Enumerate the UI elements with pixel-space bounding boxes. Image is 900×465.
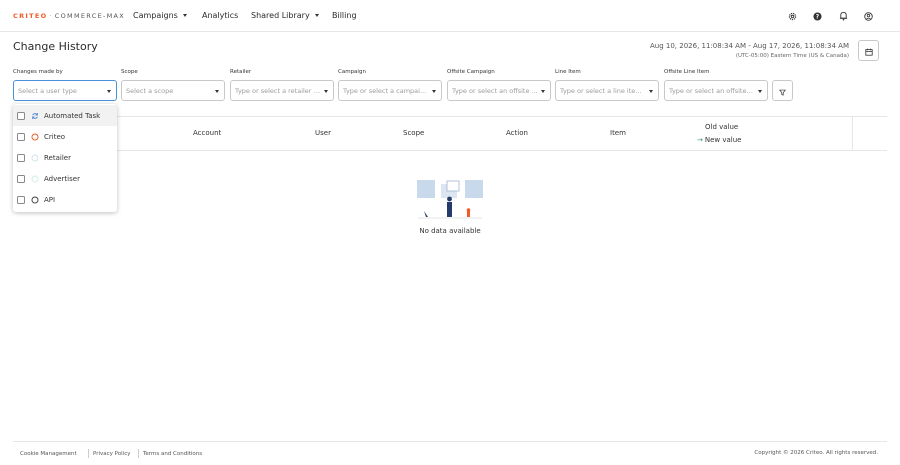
column-user[interactable]: User bbox=[315, 129, 331, 137]
date-picker-button[interactable] bbox=[858, 40, 879, 61]
filter-label-changes-made-by: Changes made by bbox=[13, 69, 63, 75]
column-old-value[interactable]: Old value bbox=[705, 123, 738, 131]
sync-icon bbox=[30, 111, 39, 120]
footer-separator bbox=[138, 449, 139, 458]
chevron-down-icon bbox=[649, 90, 653, 93]
column-divider bbox=[852, 117, 853, 151]
calendar-icon bbox=[864, 41, 873, 60]
option-api[interactable]: API bbox=[13, 189, 117, 210]
option-label: API bbox=[44, 195, 56, 204]
option-label: Automated Task bbox=[44, 111, 101, 120]
user-type-placeholder: Select a user type bbox=[18, 86, 77, 95]
filter-label-scope: Scope bbox=[121, 69, 138, 75]
checkbox[interactable] bbox=[17, 132, 25, 141]
filter-label-campaign: Campaign bbox=[338, 69, 366, 75]
filter-label-retailer: Retailer bbox=[230, 69, 252, 75]
option-label: Criteo bbox=[44, 132, 66, 141]
retailer-placeholder: Type or select a retailer f... bbox=[235, 86, 322, 95]
column-scope[interactable]: Scope bbox=[403, 129, 424, 137]
option-label: Retailer bbox=[44, 153, 71, 162]
arrow-right-icon: → bbox=[697, 136, 703, 144]
footer-separator bbox=[88, 449, 89, 458]
date-range[interactable]: Aug 10, 2026, 11:08:34 AM - Aug 17, 2026… bbox=[650, 42, 849, 50]
nav-billing-label: Billing bbox=[332, 11, 357, 20]
filter-icon bbox=[778, 81, 787, 100]
user-type-dropdown: Automated Task Criteo Retailer Advertise… bbox=[13, 104, 117, 212]
chevron-down-icon bbox=[324, 90, 328, 93]
circle-icon bbox=[30, 153, 39, 162]
top-navigation: CRITEO · COMMERCE-MAX Campaigns Analytics … bbox=[0, 0, 900, 32]
offsite-line-item-select[interactable]: Type or select an offsite li... bbox=[664, 80, 768, 101]
chevron-down-icon bbox=[432, 90, 436, 93]
campaign-placeholder: Type or select a campai... bbox=[343, 86, 427, 95]
nav-shared-library[interactable]: Shared Library bbox=[251, 11, 319, 20]
scope-select[interactable]: Select a scope bbox=[121, 80, 225, 101]
option-retailer[interactable]: Retailer bbox=[13, 147, 117, 168]
checkbox[interactable] bbox=[17, 195, 25, 204]
user-type-select[interactable]: Select a user type bbox=[13, 80, 117, 101]
checkbox[interactable] bbox=[17, 111, 25, 120]
scope-placeholder: Select a scope bbox=[126, 86, 174, 95]
logo-brand: CRITEO bbox=[13, 12, 48, 20]
nav-analytics[interactable]: Analytics bbox=[202, 11, 238, 20]
checkbox[interactable] bbox=[17, 153, 25, 162]
offsite-campaign-placeholder: Type or select an offsite ... bbox=[452, 86, 538, 95]
circle-icon bbox=[30, 132, 39, 141]
account-icon[interactable] bbox=[862, 10, 874, 22]
column-action[interactable]: Action bbox=[506, 129, 528, 137]
copyright: Copyright © 2026 Criteo. All rights rese… bbox=[754, 450, 878, 456]
offsite-campaign-select[interactable]: Type or select an offsite ... bbox=[447, 80, 551, 101]
table-header: Account User Scope Action Item Old value… bbox=[13, 116, 887, 151]
option-label: Advertiser bbox=[44, 174, 80, 183]
filter-button[interactable] bbox=[772, 80, 793, 101]
chevron-down-icon bbox=[314, 14, 319, 17]
checkbox[interactable] bbox=[17, 174, 25, 183]
circle-icon bbox=[30, 195, 39, 204]
chevron-down-icon bbox=[758, 90, 762, 93]
chevron-down-icon bbox=[215, 90, 219, 93]
retailer-select[interactable]: Type or select a retailer f... bbox=[230, 80, 334, 101]
chevron-down-icon bbox=[541, 90, 545, 93]
bell-icon[interactable] bbox=[837, 10, 849, 22]
chevron-down-icon bbox=[107, 90, 111, 93]
line-item-select[interactable]: Type or select a line item... bbox=[555, 80, 659, 101]
column-account[interactable]: Account bbox=[193, 129, 221, 137]
terms-link[interactable]: Terms and Conditions bbox=[143, 451, 202, 457]
new-value-label: New value bbox=[704, 136, 742, 144]
filter-label-offsite-line-item: Offsite Line Item bbox=[664, 69, 710, 75]
option-advertiser[interactable]: Advertiser bbox=[13, 168, 117, 189]
settings-icon[interactable] bbox=[786, 10, 798, 22]
column-new-value[interactable]: → New value bbox=[697, 136, 742, 144]
filter-label-line-item: Line Item bbox=[555, 69, 581, 75]
nav-campaigns-label: Campaigns bbox=[133, 11, 178, 20]
column-item[interactable]: Item bbox=[610, 129, 626, 137]
line-item-placeholder: Type or select a line item... bbox=[560, 86, 648, 95]
criteo-logo[interactable]: CRITEO · COMMERCE-MAX bbox=[13, 12, 125, 20]
filter-label-offsite-campaign: Offsite Campaign bbox=[447, 69, 495, 75]
empty-state-illustration bbox=[416, 179, 484, 221]
cookie-management-link[interactable]: Cookie Management bbox=[20, 451, 77, 457]
privacy-policy-link[interactable]: Privacy Policy bbox=[93, 451, 130, 457]
timezone-label: (UTC-05:00) Eastern Time (US & Canada) bbox=[735, 53, 849, 59]
logo-separator: · bbox=[49, 12, 53, 20]
campaign-select[interactable]: Type or select a campai... bbox=[338, 80, 442, 101]
logo-product: COMMERCE-MAX bbox=[54, 12, 126, 20]
chevron-down-icon bbox=[182, 14, 187, 17]
option-automated-task[interactable]: Automated Task bbox=[13, 105, 117, 126]
page-title: Change History bbox=[13, 40, 98, 53]
nav-billing[interactable]: Billing bbox=[332, 11, 357, 20]
footer-divider bbox=[13, 441, 887, 442]
help-icon[interactable]: ? bbox=[811, 10, 823, 22]
nav-analytics-label: Analytics bbox=[202, 11, 239, 20]
nav-campaigns[interactable]: Campaigns bbox=[133, 11, 187, 20]
empty-state-text: No data available bbox=[419, 227, 481, 235]
circle-icon bbox=[30, 174, 39, 183]
nav-shared-library-label: Shared Library bbox=[251, 11, 310, 20]
offsite-line-item-placeholder: Type or select an offsite li... bbox=[669, 86, 759, 95]
option-criteo[interactable]: Criteo bbox=[13, 126, 117, 147]
